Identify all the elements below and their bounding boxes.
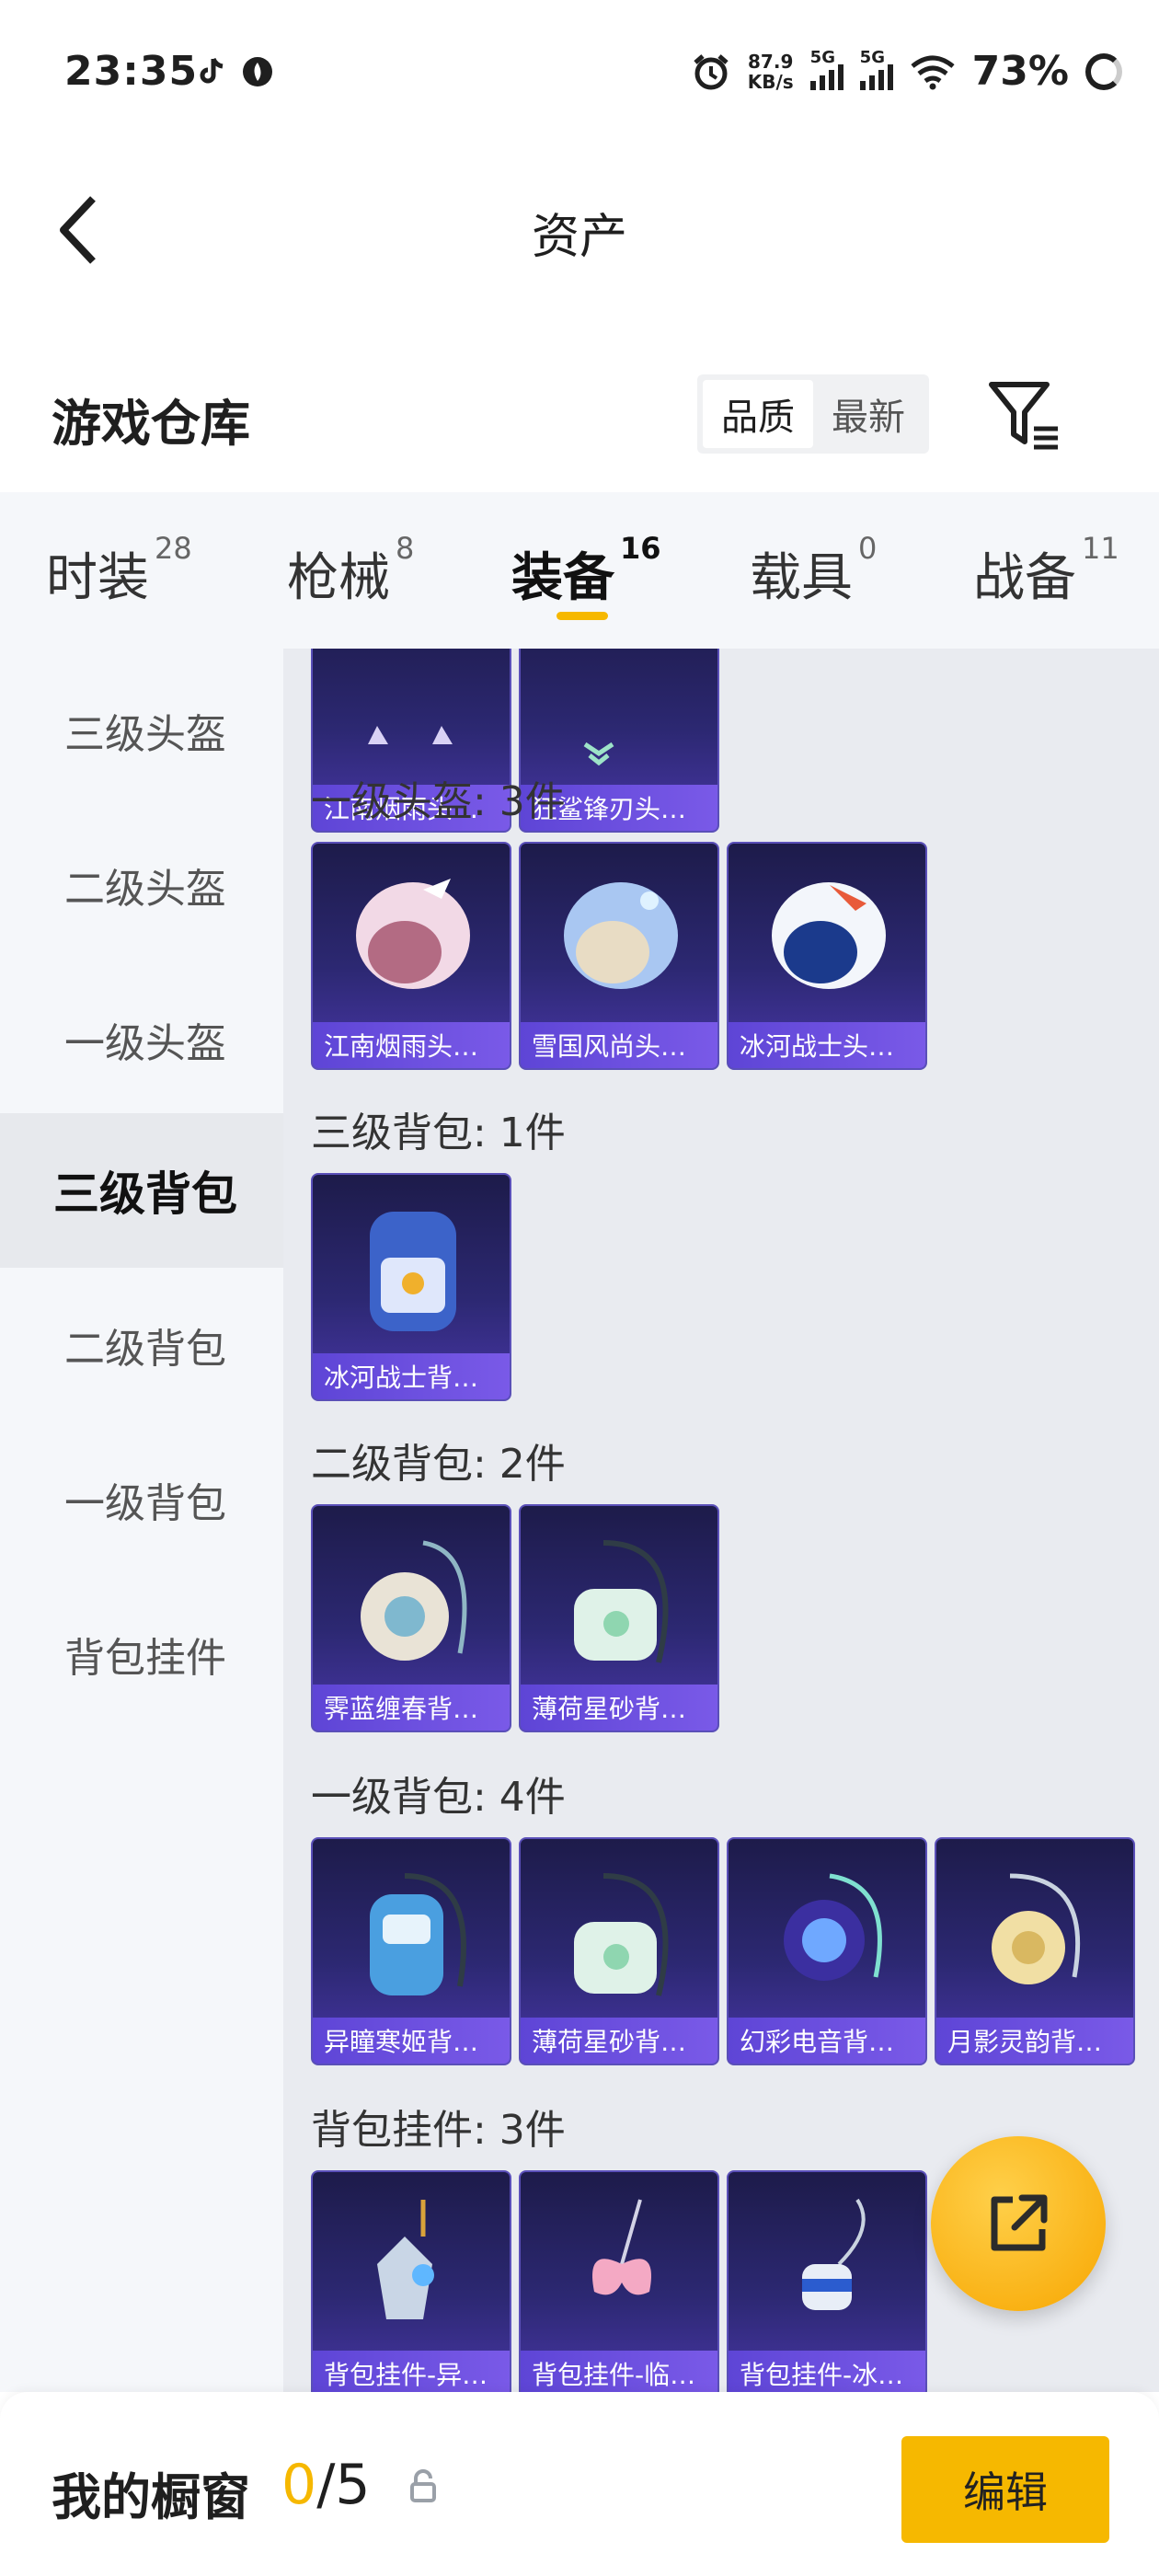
item-card[interactable]: 冰河战士背… xyxy=(311,1173,511,1401)
alarm-icon xyxy=(694,53,729,89)
wifi-icon xyxy=(911,55,955,89)
item-name: 异瞳寒姬背… xyxy=(313,2018,510,2064)
signal-5g-2-icon: 5G xyxy=(859,48,893,90)
item-grid: 江南烟雨头… 狂鲨锋刃头… 一级头盔: 3件 江南烟雨头… 雪国风尚头… 冰河战… xyxy=(283,649,1159,2392)
item-card[interactable]: 薄荷星砂背… xyxy=(519,1504,719,1732)
network-speed: 87.9 KB/s xyxy=(747,50,794,93)
active-tab-indicator xyxy=(557,612,608,620)
status-bar: 23:35 87.9 KB/s 5G 5G 73% xyxy=(0,0,1159,152)
tab-fashion[interactable]: 时装 28 xyxy=(46,531,192,611)
item-card[interactable]: 雪国风尚头… xyxy=(519,842,719,1070)
status-time: 23:35 xyxy=(64,48,199,95)
warehouse-title: 游戏仓库 xyxy=(52,395,250,453)
status-indicators: 87.9 KB/s 5G 5G 73% xyxy=(691,48,1122,95)
filter-icon xyxy=(989,382,1058,450)
item-card[interactable]: 背包挂件-冰… xyxy=(727,2170,927,2392)
battery-percent: 73% xyxy=(971,48,1069,95)
item-name: 霁蓝缠春背… xyxy=(313,1685,510,1731)
section-title: 二级背包: 2件 xyxy=(311,1441,566,1488)
item-card[interactable]: 背包挂件-异… xyxy=(311,2170,511,2392)
showcase-bar: 我的橱窗 0/5 编辑 xyxy=(0,2392,1159,2576)
pendant-image xyxy=(592,2199,651,2295)
item-name: 雪国风尚头… xyxy=(521,1022,717,1068)
share-button[interactable] xyxy=(931,2136,1106,2311)
edit-button[interactable]: 编辑 xyxy=(901,2436,1109,2543)
item-name: 冰河战士背… xyxy=(313,1353,510,1399)
pendant-image xyxy=(377,2200,434,2319)
sort-toggle: 品质 最新 xyxy=(697,374,929,454)
header: 资产 xyxy=(0,152,1159,304)
external-link-icon xyxy=(991,2194,1048,2251)
section-title: 一级背包: 4件 xyxy=(311,1774,566,1821)
backpack-image xyxy=(992,1873,1081,1984)
helmet-image xyxy=(356,879,470,989)
item-name: 薄荷星砂背… xyxy=(521,1685,717,1731)
item-card[interactable]: 冰河战士头… xyxy=(727,842,927,1070)
section-title: 三级背包: 1件 xyxy=(311,1110,566,1156)
showcase-title: 我的橱窗 xyxy=(52,2468,250,2526)
sidebar-item-helmet-lv3[interactable]: 三级头盔 xyxy=(0,653,283,808)
item-name: 冰河战士头… xyxy=(729,1022,925,1068)
page-title: 资产 xyxy=(531,210,627,265)
backpack-image xyxy=(574,1540,669,1663)
backpack-image xyxy=(370,1873,466,1995)
item-name: 背包挂件-异… xyxy=(313,2351,510,2392)
item-card[interactable]: 异瞳寒姬背… xyxy=(311,1837,511,2065)
category-tabs: 时装 28 枪械 8 装备 16 载具 0 战备 11 xyxy=(0,492,1159,649)
item-name: 江南烟雨头… xyxy=(313,1022,510,1068)
status-app-icons xyxy=(195,55,274,88)
backpack-image xyxy=(370,1212,456,1331)
item-card[interactable]: 江南烟雨头… xyxy=(311,842,511,1070)
sidebar: 三级头盔 二级头盔 一级头盔 三级背包 二级背包 一级背包 背包挂件 xyxy=(0,649,283,2392)
item-card[interactable]: 月影灵韵背… xyxy=(935,1837,1135,2065)
signal-5g-1-icon: 5G xyxy=(809,48,843,90)
item-card[interactable]: 薄荷星砂背… xyxy=(519,1837,719,2065)
sort-quality-option[interactable]: 品质 xyxy=(703,380,813,448)
tiktok-icon xyxy=(200,57,224,84)
pendant-image xyxy=(802,2198,866,2310)
item-name: 背包挂件-冰… xyxy=(729,2351,925,2392)
tab-equipment[interactable]: 装备 16 xyxy=(511,531,661,611)
battery-icon xyxy=(1085,52,1122,90)
backpack-image xyxy=(574,1873,669,1996)
helmet-image xyxy=(772,882,886,989)
app-notification-icon xyxy=(243,57,272,86)
sidebar-item-backpack-lv2[interactable]: 二级背包 xyxy=(0,1268,283,1422)
item-card[interactable]: 霁蓝缠春背… xyxy=(311,1504,511,1732)
tab-firearms[interactable]: 枪械 8 xyxy=(287,531,414,611)
sort-newest-option[interactable]: 最新 xyxy=(813,380,924,448)
backpack-image xyxy=(361,1540,467,1661)
sidebar-item-helmet-lv1[interactable]: 一级头盔 xyxy=(0,962,283,1117)
item-card[interactable]: 幻彩电音背… xyxy=(727,1837,927,2065)
helmet-image xyxy=(564,882,678,989)
sidebar-item-backpack-lv3[interactable]: 三级背包 xyxy=(0,1113,283,1268)
item-card[interactable]: 背包挂件-临… xyxy=(519,2170,719,2392)
section-title: 背包挂件: 3件 xyxy=(311,2107,566,2154)
tab-vehicles[interactable]: 载具 0 xyxy=(750,531,877,611)
item-name: 月影灵韵背… xyxy=(936,2018,1133,2064)
sidebar-item-backpack-pendant[interactable]: 背包挂件 xyxy=(0,1577,283,1731)
item-name: 背包挂件-临… xyxy=(521,2351,717,2392)
sidebar-item-backpack-lv1[interactable]: 一级背包 xyxy=(0,1422,283,1577)
item-name: 薄荷星砂背… xyxy=(521,2018,717,2064)
tab-supplies[interactable]: 战备 11 xyxy=(973,531,1119,611)
item-name: 幻彩电音背… xyxy=(729,2018,925,2064)
section-title: 一级头盔: 3件 xyxy=(311,778,566,825)
filter-button[interactable] xyxy=(986,377,1063,451)
lock-icon xyxy=(410,2469,436,2502)
sidebar-item-helmet-lv2[interactable]: 二级头盔 xyxy=(0,808,283,962)
backpack-image xyxy=(784,1873,882,1981)
warehouse-header: 游戏仓库 品质 最新 xyxy=(0,359,1159,469)
showcase-count: 0/5 xyxy=(281,2453,371,2517)
